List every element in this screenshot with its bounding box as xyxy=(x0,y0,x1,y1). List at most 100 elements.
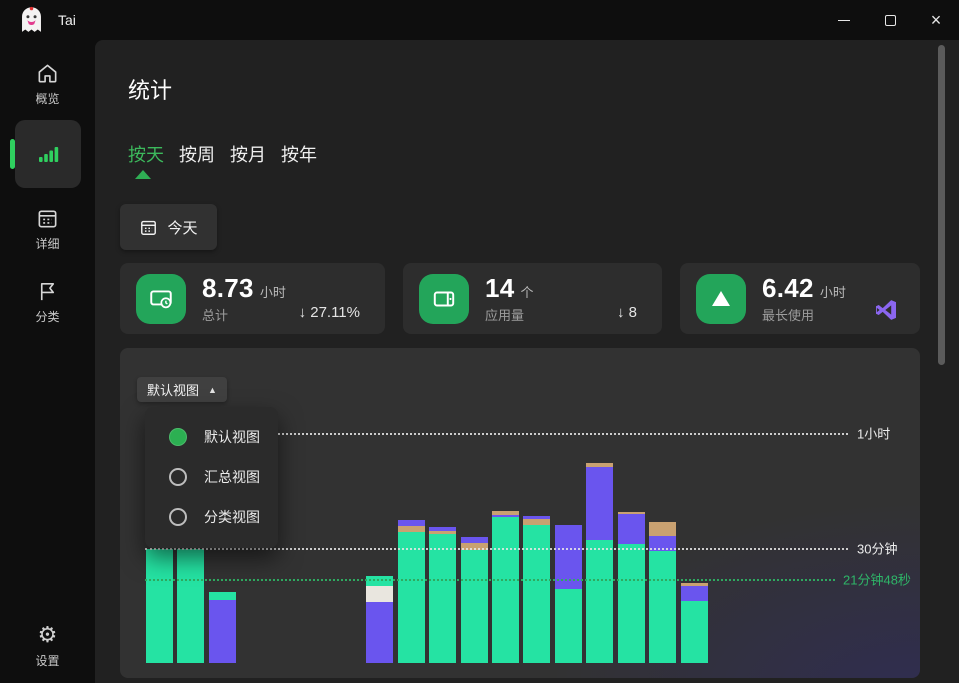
radio-unselected-icon xyxy=(169,508,187,526)
stat-unit: 小时 xyxy=(260,282,286,301)
vertical-scrollbar-thumb[interactable] xyxy=(938,45,945,365)
stat-unit: 个 xyxy=(521,282,534,301)
sidebar-item-label: 概览 xyxy=(35,90,59,107)
screen-time-icon xyxy=(136,274,186,324)
sidebar-item-overview[interactable]: 概览 xyxy=(0,62,95,107)
bar-chart-icon xyxy=(36,142,60,166)
sidebar-item-settings[interactable]: ⚙ 设置 xyxy=(0,623,95,669)
bar-segment-green xyxy=(429,534,456,663)
triangle-up-icon xyxy=(696,274,746,324)
sidebar-item-detail[interactable]: 详细 xyxy=(0,207,95,252)
sidebar-item-label: 详细 xyxy=(35,235,59,252)
view-dropdown-menu: 默认视图 汇总视图 分类视图 xyxy=(145,407,278,548)
bar-segment-purple xyxy=(209,600,236,663)
gridline-label-average: 21分钟48秒 xyxy=(843,570,911,589)
bar-segment-purple xyxy=(461,537,488,543)
dropdown-option-default-view[interactable]: 默认视图 xyxy=(145,417,278,457)
page-title: 统计 xyxy=(128,73,172,105)
calendar-icon xyxy=(36,207,59,230)
stat-delta: ↓ 27.11% xyxy=(299,304,360,321)
maximize-icon xyxy=(885,15,896,26)
dropdown-option-summary-view[interactable]: 汇总视图 xyxy=(145,457,278,497)
tab-by-week[interactable]: 按周 xyxy=(179,141,215,167)
stat-value: 6.42 xyxy=(762,273,814,304)
stat-label: 总计 xyxy=(202,305,286,324)
stat-unit: 小时 xyxy=(820,282,846,301)
bar-segment-purple xyxy=(492,515,519,517)
gridline-30m xyxy=(145,548,848,550)
minimize-icon xyxy=(838,20,850,21)
bar-segment-green xyxy=(555,589,582,663)
gridline-label-30m: 30分钟 xyxy=(857,539,897,558)
calendar-icon xyxy=(139,218,158,237)
main-content: 统计 按天 按周 按月 按年 今天 xyxy=(95,40,959,683)
dropdown-option-label: 分类视图 xyxy=(204,507,260,527)
radio-unselected-icon xyxy=(169,468,187,486)
tab-by-month[interactable]: 按月 xyxy=(230,141,266,167)
bar-segment-purple xyxy=(429,527,456,531)
bar-segment-green xyxy=(398,532,425,663)
bar-segment-tan xyxy=(523,519,550,525)
gridline-label-1h: 1小时 xyxy=(857,424,890,443)
bar-segment-green xyxy=(461,550,488,663)
stat-label: 最长使用 xyxy=(762,305,846,324)
bar-segment-purple xyxy=(618,514,645,544)
usage-chart-card: 1小时 30分钟 21分钟48秒 默认视图 ▲ 默认视图 汇总视图 分类视图 xyxy=(120,348,920,678)
minimize-button[interactable] xyxy=(821,0,867,40)
sidebar: 概览 详细 分类 xyxy=(0,40,95,683)
gridline-average xyxy=(145,579,835,581)
stat-card-longest-used: 6.42 小时 最长使用 xyxy=(680,263,920,334)
bar-segment-green xyxy=(209,592,236,600)
bar-segment-green xyxy=(681,601,708,663)
bar-segment-purple xyxy=(366,602,393,663)
stat-value: 14 xyxy=(485,273,515,304)
bar-segment-purple xyxy=(586,467,613,540)
sidebar-item-statistics[interactable] xyxy=(15,120,81,188)
stat-delta: ↓ 8 xyxy=(617,304,637,321)
stat-card-app-count: 14 个 应用量 ↓ 8 xyxy=(403,263,662,334)
chevron-up-icon: ▲ xyxy=(208,385,217,395)
app-title: Tai xyxy=(58,0,76,40)
view-selector-button[interactable]: 默认视图 ▲ xyxy=(137,377,227,402)
tab-by-day[interactable]: 按天 xyxy=(128,141,164,167)
stat-label: 应用量 xyxy=(485,305,534,324)
bar-segment-white xyxy=(366,586,393,602)
stat-card-total: 8.73 小时 总计 ↓ 27.11% xyxy=(120,263,385,334)
bar-segment-green xyxy=(523,525,550,663)
today-button-label: 今天 xyxy=(167,217,197,238)
bar-segment-tan xyxy=(586,463,613,467)
bar-segment-green xyxy=(649,551,676,663)
bar-segment-tan xyxy=(681,583,708,586)
ghost-logo-icon xyxy=(18,6,45,34)
gear-icon: ⚙ xyxy=(38,623,58,647)
view-selector-label: 默认视图 xyxy=(147,380,199,399)
bar-segment-green xyxy=(492,517,519,663)
visual-studio-icon xyxy=(874,298,898,322)
sidebar-item-label: 分类 xyxy=(35,308,59,325)
flag-icon xyxy=(36,280,59,303)
bar-segment-tan xyxy=(398,526,425,532)
bar-segment-tan xyxy=(492,511,519,515)
active-tab-indicator-icon xyxy=(135,170,151,179)
stat-cards-row: 8.73 小时 总计 ↓ 27.11% 14 个 应用量 xyxy=(120,263,920,334)
maximize-button[interactable] xyxy=(867,0,913,40)
close-icon: × xyxy=(931,11,942,29)
dropdown-option-category-view[interactable]: 分类视图 xyxy=(145,497,278,537)
bar-segment-purple xyxy=(398,520,425,526)
home-icon xyxy=(36,62,59,85)
bar-segment-purple xyxy=(681,586,708,601)
bar-segment-purple xyxy=(523,516,550,519)
period-tabs: 按天 按周 按月 按年 xyxy=(128,141,332,167)
radio-selected-icon xyxy=(169,428,187,446)
sidebar-item-category[interactable]: 分类 xyxy=(0,280,95,325)
bar-segment-green xyxy=(586,540,613,663)
dropdown-option-label: 汇总视图 xyxy=(204,467,260,487)
titlebar: Tai × xyxy=(0,0,959,40)
close-button[interactable]: × xyxy=(913,0,959,40)
bar-segment-tan xyxy=(618,512,645,514)
bar-segment-tan xyxy=(649,522,676,536)
today-button[interactable]: 今天 xyxy=(120,204,217,250)
sidebar-item-label: 设置 xyxy=(35,652,59,669)
bar-segment-tan xyxy=(429,531,456,534)
tab-by-year[interactable]: 按年 xyxy=(281,141,317,167)
